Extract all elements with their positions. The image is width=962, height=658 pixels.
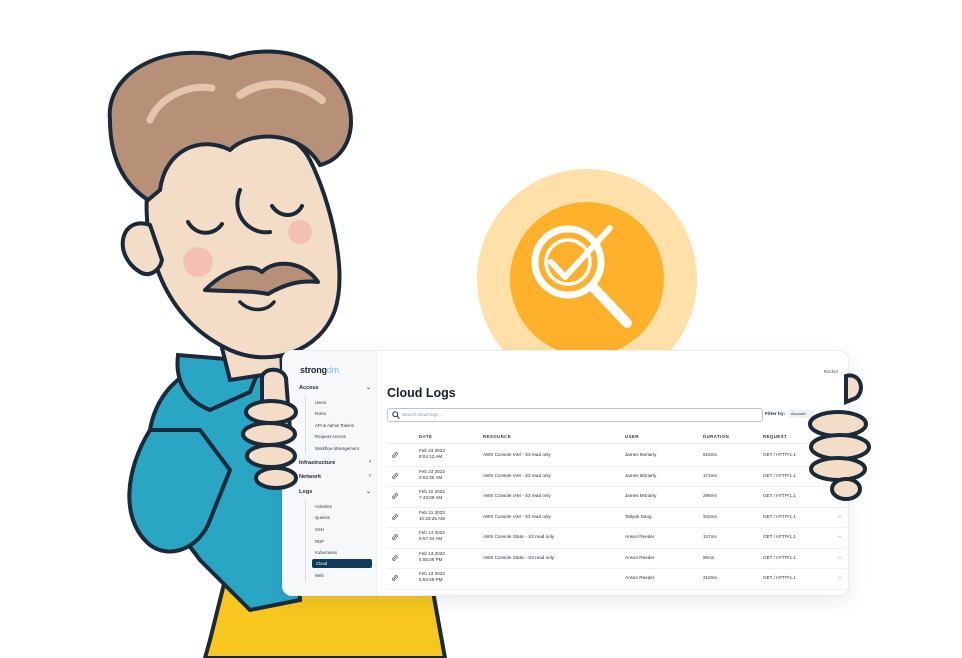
org-name[interactable]: Rocket bbox=[824, 369, 838, 374]
search-input[interactable]: Search cloud logs... bbox=[387, 408, 763, 422]
cell-date: Feb 23 2023 6:53:35 AM bbox=[419, 468, 445, 480]
column-duration[interactable]: DURATION bbox=[703, 434, 729, 439]
column-resource[interactable]: RESOURCE bbox=[483, 434, 511, 439]
main-content: Rocket Cloud Logs Search cloud logs... F… bbox=[377, 351, 848, 595]
sidebar-item-workflow-management[interactable]: Workflow Management bbox=[315, 446, 359, 451]
link-icon[interactable] bbox=[391, 574, 399, 582]
cell-resource: AWS Console IAM - S3 read only bbox=[483, 493, 551, 498]
filter-select[interactable]: Account bbox=[789, 410, 815, 418]
strongdm-logo: strongdm bbox=[300, 365, 339, 375]
row-expand-icon[interactable]: ›» bbox=[837, 514, 841, 519]
sidebar-section-infrastructure[interactable]: Infrastructure › bbox=[299, 459, 371, 466]
cell-date: Feb 13 2023 5:54:59 PM bbox=[419, 571, 445, 583]
sidebar: strongdm Access ⌄ Users Roles API & Admi… bbox=[283, 351, 377, 595]
column-user[interactable]: USER bbox=[625, 434, 639, 439]
link-icon[interactable] bbox=[391, 472, 399, 480]
sidebar-section-logs[interactable]: Logs ⌄ bbox=[299, 489, 371, 495]
chevron-right-icon: › bbox=[369, 459, 371, 465]
link-icon[interactable] bbox=[391, 533, 399, 541]
cell-duration: 342ms bbox=[703, 513, 717, 519]
column-request[interactable]: REQUEST bbox=[763, 434, 787, 439]
cell-duration: 310ms bbox=[703, 575, 717, 580]
cell-resource: AWS Console IAM - S3 read only bbox=[483, 452, 551, 457]
sidebar-item-activities[interactable]: Activities bbox=[315, 504, 332, 509]
sidebar-item-ssh[interactable]: SSH bbox=[315, 527, 324, 532]
table-row[interactable]: Feb 21 2023 10:33:26 AM AWS Console IAM - … bbox=[387, 507, 847, 528]
cell-duration: 916ms bbox=[703, 452, 717, 457]
cell-date: Feb 13 2023 5:55:06 PM bbox=[419, 550, 445, 562]
sidebar-item-rdp[interactable]: RDP bbox=[315, 539, 324, 544]
chevron-down-icon: ⌄ bbox=[365, 385, 371, 391]
link-icon[interactable] bbox=[391, 554, 399, 562]
table-row[interactable]: Feb 23 2023 6:53:35 AM AWS Console IAM - S… bbox=[387, 466, 847, 487]
cell-user: James Moriarty bbox=[625, 472, 657, 478]
sidebar-item-cloud[interactable]: Cloud bbox=[312, 559, 372, 568]
sidebar-item-api-tokens[interactable]: API & Admin Tokens bbox=[315, 423, 354, 428]
cell-request: GET / HTTP/1.1 bbox=[763, 452, 796, 457]
cell-user: Anson Reeder bbox=[625, 534, 655, 539]
cell-duration: 174ms bbox=[703, 472, 717, 478]
cell-user: Anson Reeder bbox=[625, 575, 655, 580]
cell-request: GET / HTTP/1.1 bbox=[763, 513, 796, 519]
cell-request: GET / HTTP/1.1 bbox=[763, 493, 796, 498]
cell-date: Feb 14 2023 9:57:44 AM bbox=[419, 530, 445, 542]
cell-user: James Moriarty bbox=[625, 452, 657, 457]
table-row[interactable]: Feb 14 2023 9:57:44 AM AWS Console Static … bbox=[387, 527, 847, 549]
row-expand-icon[interactable]: ›» bbox=[837, 534, 841, 539]
cell-duration: 147ms bbox=[703, 534, 717, 539]
filter-label: Filter by: bbox=[765, 412, 786, 417]
sidebar-item-roles[interactable]: Roles bbox=[315, 411, 326, 416]
link-icon[interactable] bbox=[391, 513, 399, 521]
page-title: Cloud Logs bbox=[387, 386, 456, 400]
cell-request: GET / HTTP/1.1 bbox=[763, 575, 796, 580]
search-icon bbox=[392, 411, 400, 419]
cell-resource: AWS Console Static - S3 read only bbox=[483, 554, 555, 560]
sidebar-item-kubernetes[interactable]: Kubernetes bbox=[315, 550, 337, 555]
table-row[interactable]: Feb 13 2023 5:54:59 PM Anson Reeder 310ms GE… bbox=[387, 568, 847, 590]
search-placeholder: Search cloud logs... bbox=[402, 412, 443, 417]
sidebar-item-queries[interactable]: Queries bbox=[315, 515, 330, 520]
sidebar-section-access[interactable]: Access ⌄ bbox=[299, 385, 371, 391]
table-row[interactable]: Feb 22 2023 7:43:09 AM AWS Console IAM - S… bbox=[387, 486, 847, 508]
sidebar-item-users[interactable]: Users bbox=[315, 400, 326, 405]
table-header: DATE RESOURCE USER DURATION REQUEST bbox=[387, 433, 847, 444]
column-date[interactable]: DATE bbox=[419, 434, 432, 439]
cell-date: Feb 21 2023 10:33:26 AM bbox=[419, 509, 445, 521]
cell-duration: 298ms bbox=[703, 493, 717, 498]
row-expand-icon[interactable]: ›» bbox=[837, 575, 841, 580]
link-icon[interactable] bbox=[391, 451, 399, 459]
table-row[interactable]: Feb 23 2023 8:04:12 AM AWS Console IAM - S… bbox=[387, 445, 847, 467]
hero-stage: strongdm Access ⌄ Users Roles API & Admi… bbox=[0, 0, 962, 658]
cell-request: GET / HTTP/1.1 bbox=[763, 554, 796, 560]
sidebar-item-web[interactable]: Web bbox=[315, 573, 324, 578]
link-icon[interactable] bbox=[391, 492, 399, 500]
cell-user: Tallyah Dang bbox=[625, 513, 652, 519]
cell-duration: 90ms bbox=[703, 554, 715, 560]
cell-request: GET / HTTP/1.1 bbox=[763, 472, 796, 478]
cloud-logs-card: strongdm Access ⌄ Users Roles API & Admi… bbox=[282, 350, 849, 596]
table-row[interactable]: Feb 13 2023 5:55:06 PM AWS Console Static … bbox=[387, 548, 847, 569]
cell-resource: AWS Console IAM - S3 read only bbox=[483, 472, 551, 478]
row-expand-icon[interactable]: ›» bbox=[837, 555, 841, 560]
cell-resource: AWS Console IAM - S3 read only bbox=[483, 513, 551, 519]
cell-user: James Moriarty bbox=[625, 493, 657, 498]
chevron-down-icon: ⌄ bbox=[365, 489, 371, 495]
cell-date: Feb 23 2023 8:04:12 AM bbox=[419, 448, 445, 460]
cell-resource: AWS Console Static - S3 read only bbox=[483, 534, 555, 539]
cell-request: GET / HTTP/1.1 bbox=[763, 534, 796, 539]
sidebar-item-request-access[interactable]: Request Access bbox=[315, 434, 346, 439]
cell-user: Anson Reeder bbox=[625, 554, 655, 560]
sidebar-section-network[interactable]: Network › bbox=[299, 473, 371, 480]
cell-date: Feb 22 2023 7:43:09 AM bbox=[419, 489, 445, 501]
chevron-right-icon: › bbox=[369, 473, 371, 479]
